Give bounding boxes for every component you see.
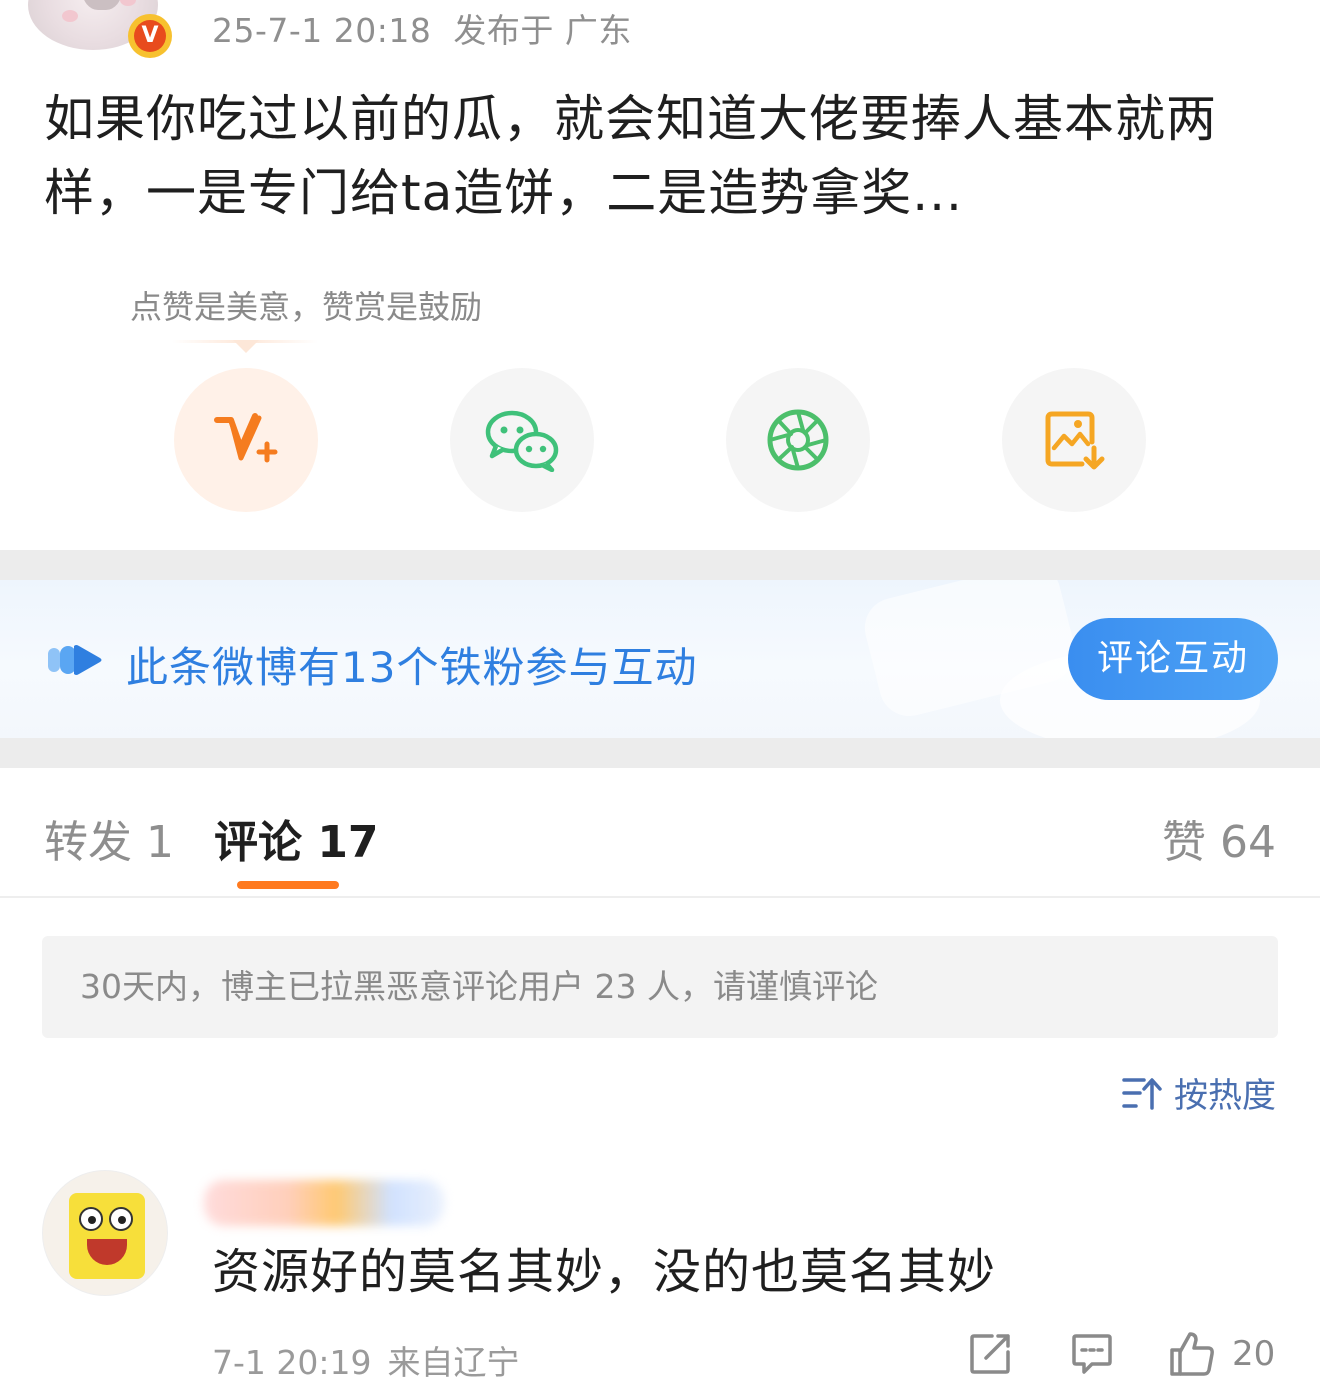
save-image-button[interactable] (1002, 368, 1146, 512)
tab-forward[interactable]: 转发 1 (44, 806, 174, 870)
tab-like[interactable]: 赞 64 (1162, 806, 1276, 870)
share-comment-icon[interactable] (968, 1332, 1012, 1376)
comment-source: 来自辽宁 (387, 1343, 520, 1382)
thumbs-up-icon (1170, 1332, 1214, 1376)
comment-meta: 7-1 20:19 来自辽宁 (212, 1336, 520, 1384)
reward-button[interactable] (174, 368, 318, 512)
tab-bar: 转发 1 评论 17 赞 64 (0, 768, 1320, 898)
post-header: V 25-7-1 20:18 发布于 广东 (0, 0, 1320, 60)
fans-text: 此条微博有13个铁粉参与互动 (126, 643, 698, 692)
commenter-avatar[interactable] (42, 1170, 168, 1296)
comment-text: 资源好的莫名其妙，没的也莫名其妙 (212, 1244, 997, 1300)
share-wechat-button[interactable] (450, 368, 594, 512)
post-location: 发布于 广东 (453, 11, 632, 50)
post-text: 如果你吃过以前的瓜，就会知道大佬要捧人基本就两样，一是专门给ta造饼，二是造势拿… (44, 90, 1217, 222)
sort-icon (1122, 1077, 1162, 1110)
comment-interact-button[interactable]: 评论互动 (1068, 618, 1278, 700)
comment-item: 资源好的莫名其妙，没的也莫名其妙 7-1 20:19 来自辽宁 20 (0, 1160, 1320, 1392)
block-notice: 30天内，博主已拉黑恶意评论用户 23 人，请谨慎评论 (42, 936, 1278, 1038)
save-image-icon (1045, 411, 1105, 470)
like-comment-button[interactable]: 20 (1168, 1330, 1275, 1378)
post-meta: 25-7-1 20:18 发布于 广东 (212, 4, 632, 52)
reward-tip: 点赞是美意，赞赏是鼓励 (130, 288, 483, 326)
comment-time: 7-1 20:19 (212, 1343, 372, 1382)
sort-button[interactable]: 按热度 (1122, 1068, 1276, 1117)
commenter-name-blurred[interactable] (204, 1180, 444, 1226)
share-moments-button[interactable] (726, 368, 870, 512)
sort-label: 按热度 (1174, 1076, 1276, 1116)
post-time: 25-7-1 20:18 (212, 11, 432, 50)
section-divider (0, 550, 1320, 580)
section-divider (0, 738, 1320, 768)
wechat-icon (485, 410, 559, 472)
comment-like-count: 20 (1232, 1334, 1276, 1374)
verified-badge-icon: V (128, 14, 172, 58)
tab-active-indicator (237, 881, 339, 889)
tab-comment[interactable]: 评论 17 (214, 806, 379, 870)
tip-arrow-icon (233, 340, 259, 353)
reward-v-plus-icon (214, 413, 278, 463)
fans-play-icon (48, 645, 102, 675)
reply-comment-icon[interactable] (1070, 1332, 1114, 1376)
fans-interaction-banner: 此条微博有13个铁粉参与互动 评论互动 (0, 580, 1320, 738)
moments-icon (767, 409, 829, 471)
